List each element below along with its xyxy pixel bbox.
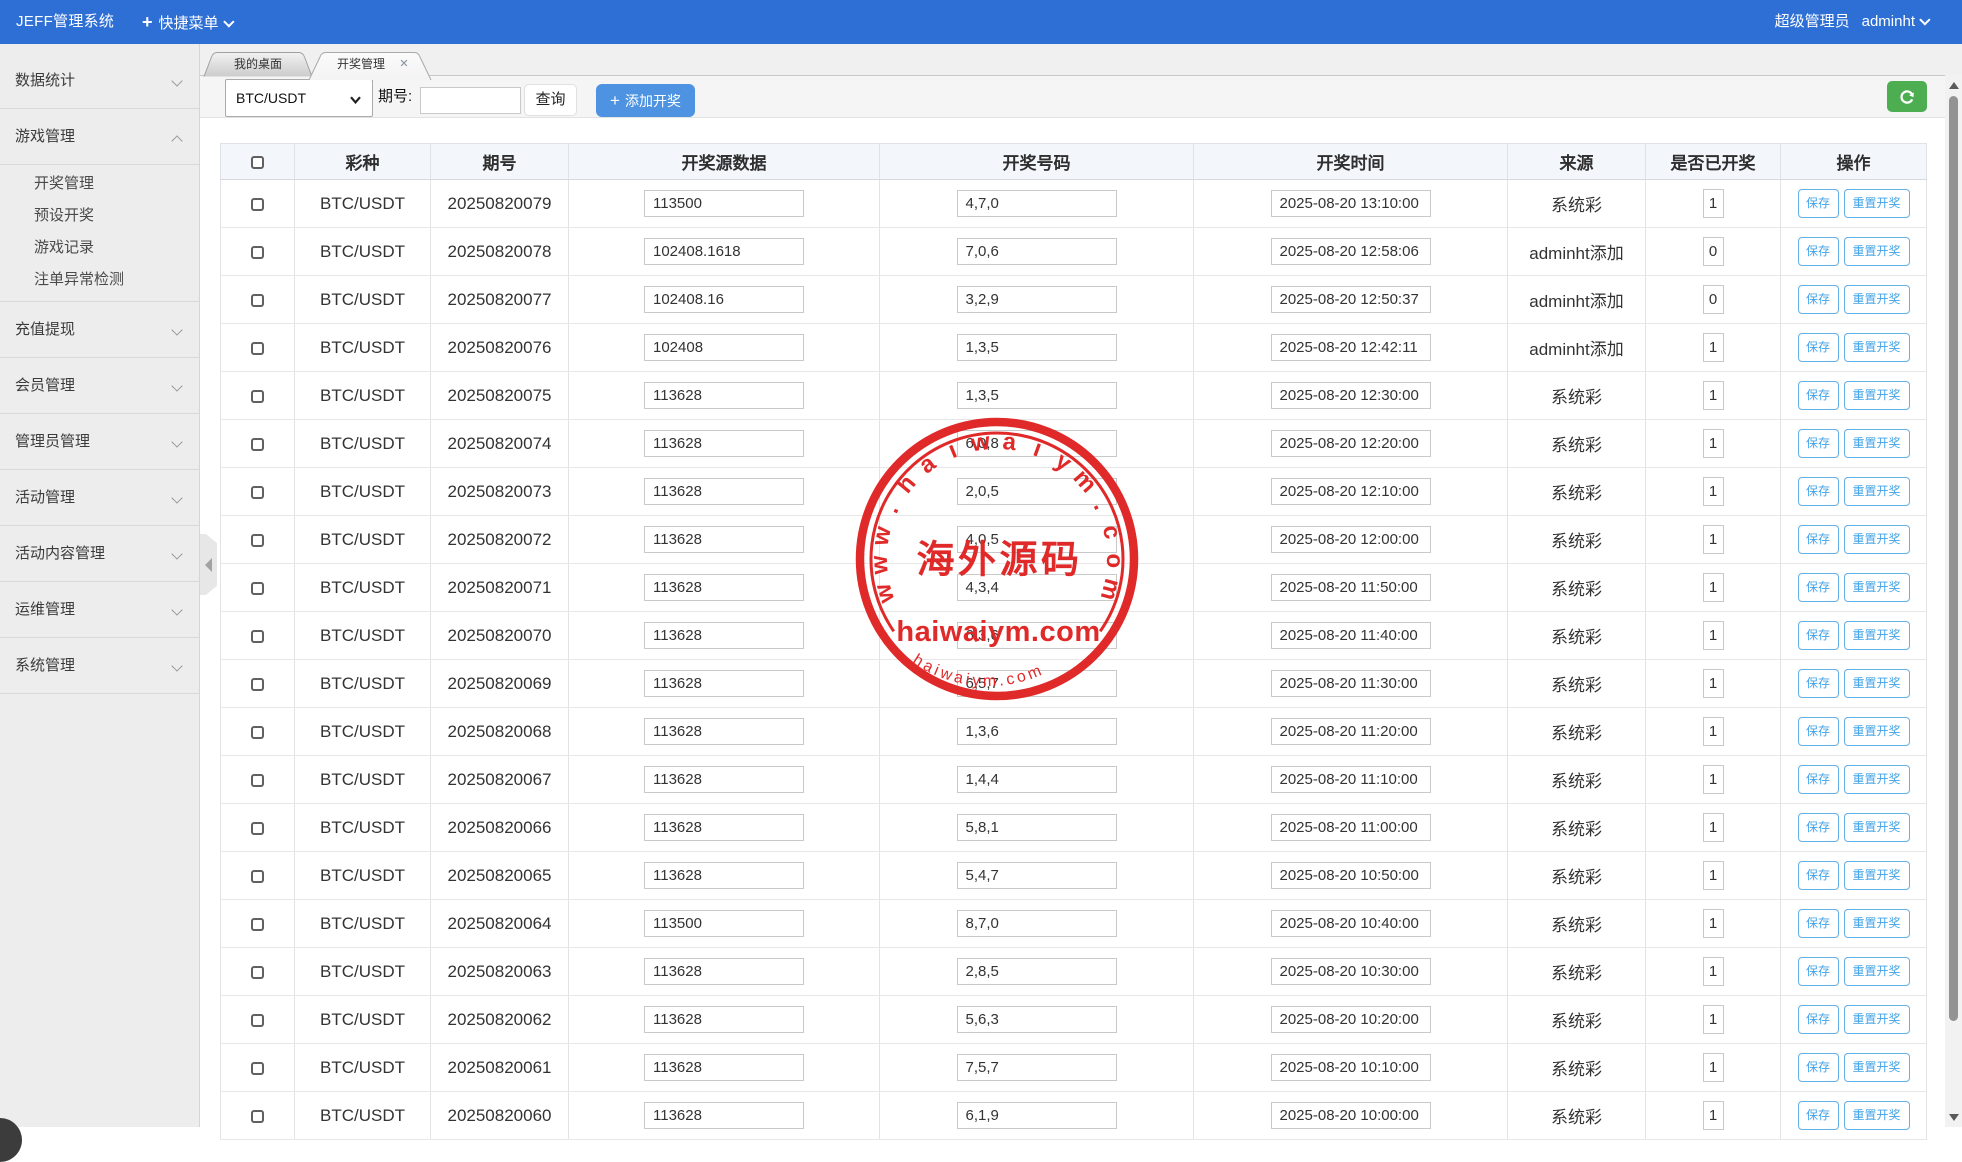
svg-text:a: a	[914, 449, 941, 479]
svg-text:海外源码: 海外源码	[916, 540, 1082, 582]
svg-text:o: o	[1101, 553, 1128, 568]
svg-text:haiwaiym.com: haiwaiym.com	[910, 651, 1047, 690]
svg-text:w: w	[866, 555, 894, 576]
svg-text:w: w	[968, 428, 992, 458]
svg-text:h: h	[891, 470, 921, 498]
svg-text:haiwaiym.com: haiwaiym.com	[896, 616, 1100, 648]
svg-text:.: .	[877, 500, 904, 518]
svg-text:y: y	[1050, 447, 1077, 477]
svg-text:a: a	[1001, 428, 1018, 456]
